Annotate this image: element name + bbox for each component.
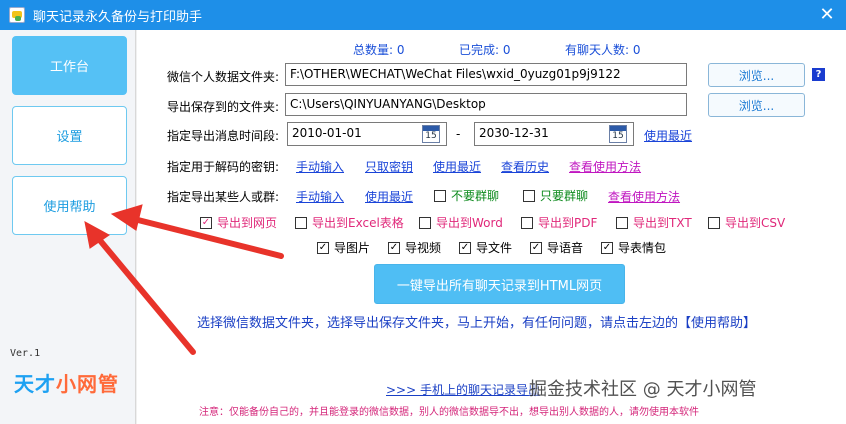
annotation-arrows xyxy=(84,204,284,355)
arrow-line-lower xyxy=(95,235,196,355)
arrow-line-upper xyxy=(127,215,284,259)
arrow-head-upper xyxy=(110,204,143,231)
